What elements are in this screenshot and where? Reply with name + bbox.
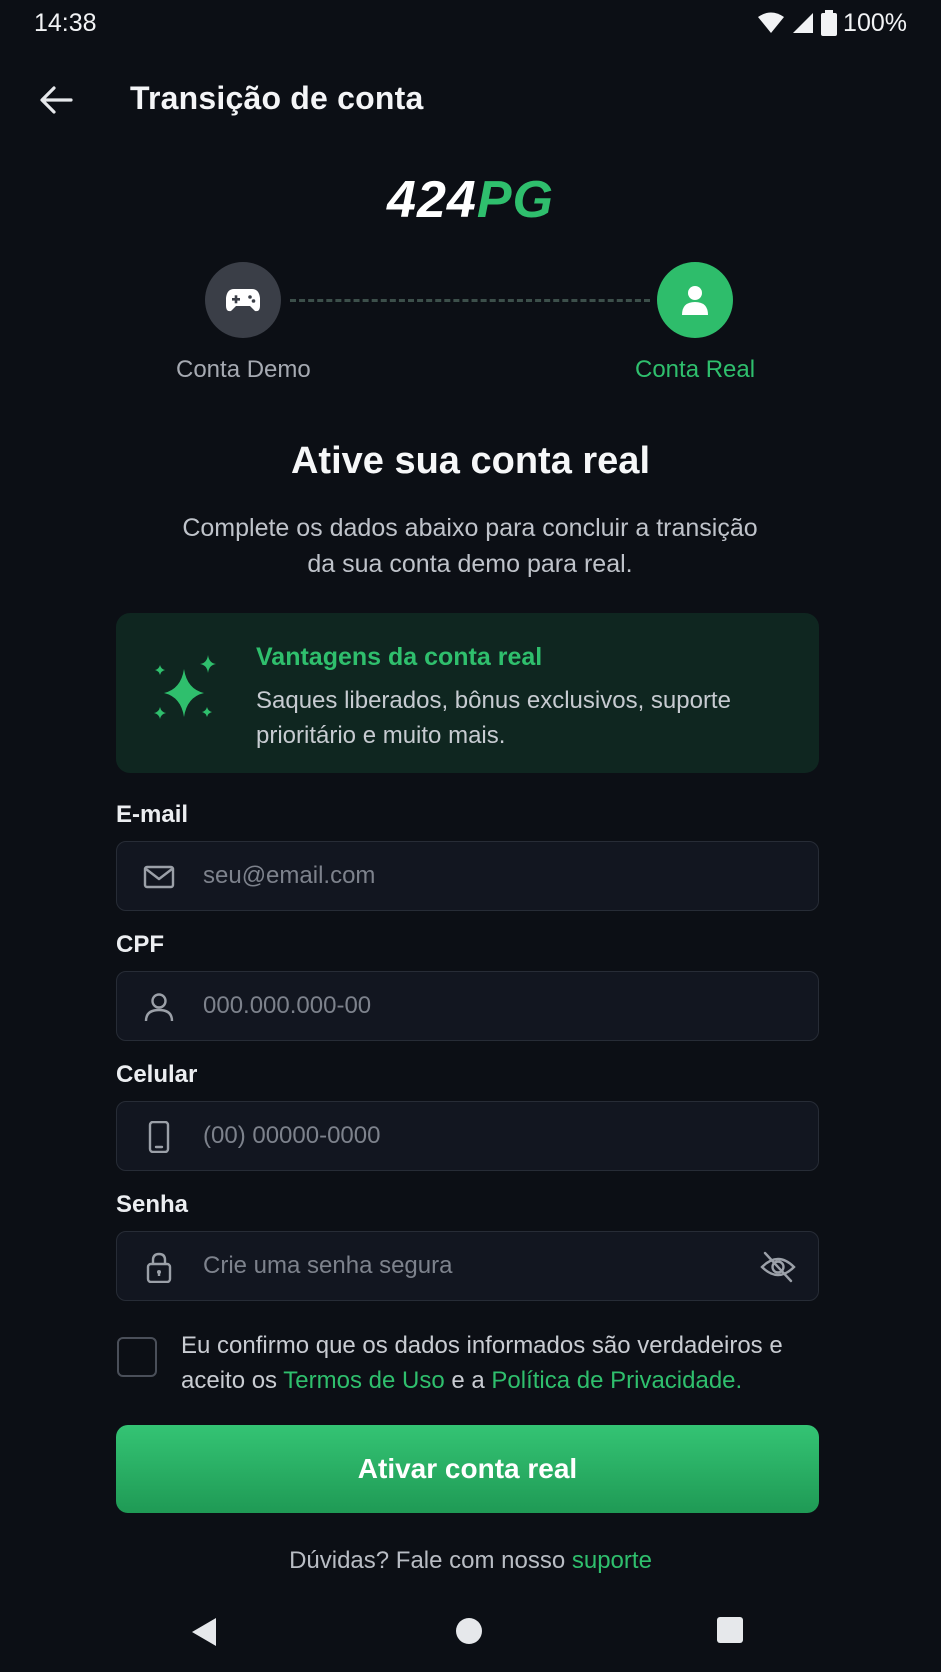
step-real	[657, 262, 733, 338]
lock-icon	[146, 1252, 172, 1283]
account-stepper: Conta Demo Conta Real	[0, 262, 941, 392]
brand-logo: 424PG	[0, 172, 941, 228]
nav-back-icon[interactable]	[190, 1616, 218, 1648]
app-bar: Transição de conta	[0, 62, 941, 136]
terms-checkbox[interactable]	[117, 1337, 157, 1377]
phone-label: Celular	[116, 1061, 198, 1088]
terms-middle: e a	[444, 1367, 492, 1394]
help-prefix: Dúvidas? Fale com nosso	[289, 1547, 572, 1574]
section-heading: Ative sua conta real	[290, 440, 651, 482]
phone-input[interactable]	[203, 1102, 743, 1170]
password-field[interactable]	[116, 1231, 819, 1301]
privacy-policy-link[interactable]: Política de Privacidade.	[491, 1367, 742, 1394]
eye-off-icon[interactable]	[760, 1250, 796, 1284]
step-demo	[205, 262, 281, 338]
support-link[interactable]: suporte	[572, 1547, 652, 1574]
mail-icon	[143, 865, 175, 889]
gamepad-icon	[226, 289, 260, 312]
logo-number: 424	[387, 171, 477, 229]
terms-of-use-link[interactable]: Termos de Uso	[283, 1367, 444, 1394]
smartphone-icon	[148, 1121, 170, 1153]
activate-account-button[interactable]: Ativar conta real	[116, 1425, 819, 1513]
benefits-card: Vantagens da conta real Saques liberados…	[116, 613, 819, 773]
sparkles-icon	[154, 655, 216, 719]
password-label: Senha	[116, 1191, 189, 1218]
logo-letters: PG	[476, 171, 554, 229]
email-input[interactable]	[203, 842, 743, 910]
status-bar: 14:38 100%	[0, 0, 941, 46]
section-description: Complete os dados abaixo para concluir a…	[182, 514, 758, 578]
email-label: E-mail	[116, 801, 189, 828]
back-button[interactable]	[36, 80, 76, 120]
system-nav-bar	[0, 1600, 941, 1672]
user-icon	[682, 286, 708, 315]
wifi-icon	[758, 12, 785, 33]
nav-recents-icon[interactable]	[716, 1616, 744, 1644]
step-demo-label: Conta Demo	[176, 356, 311, 383]
step-real-label: Conta Real	[635, 356, 756, 383]
terms-text: Eu confirmo que os dados informados são …	[181, 1328, 821, 1398]
stepper-connector	[290, 299, 650, 302]
user-outline-icon	[144, 993, 174, 1022]
phone-field[interactable]	[116, 1101, 819, 1171]
status-icons: 100%	[757, 9, 907, 38]
signal-icon	[793, 13, 814, 33]
help-text: Dúvidas? Fale com nosso suporte	[0, 1547, 941, 1575]
benefits-title: Vantagens da conta real	[256, 643, 543, 671]
battery-percent: 100%	[843, 8, 907, 37]
page-title: Transição de conta	[130, 80, 424, 116]
cpf-input[interactable]	[203, 972, 743, 1040]
status-time: 14:38	[34, 8, 97, 37]
cpf-field[interactable]	[116, 971, 819, 1041]
email-field[interactable]	[116, 841, 819, 911]
password-input[interactable]	[203, 1232, 743, 1300]
arrow-left-icon	[40, 86, 73, 114]
nav-home-icon[interactable]	[454, 1616, 484, 1646]
cpf-label: CPF	[116, 931, 164, 958]
benefits-text: Saques liberados, bônus exclusivos, supo…	[256, 687, 731, 749]
battery-icon	[821, 10, 838, 36]
